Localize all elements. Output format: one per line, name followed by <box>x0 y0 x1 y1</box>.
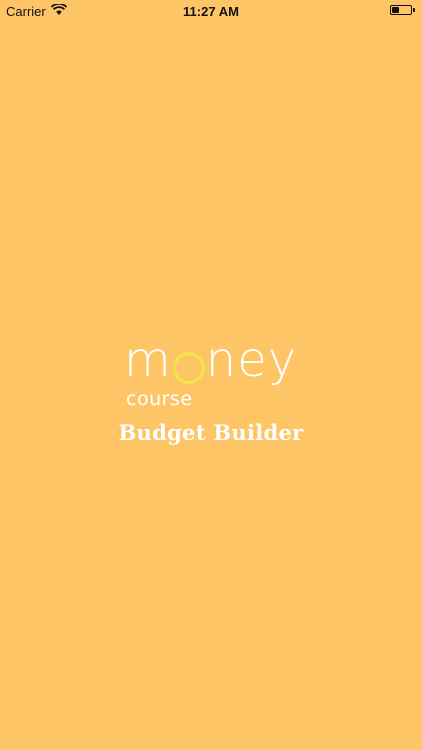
status-time: 11:27 AM <box>183 4 239 19</box>
logo-word-start: m <box>124 332 172 388</box>
battery-icon <box>390 5 412 15</box>
money-course-logo: m ney course <box>124 336 304 410</box>
status-right <box>390 5 415 15</box>
app-title: Budget Builder <box>118 420 304 445</box>
logo-word: m ney <box>124 336 304 392</box>
battery-tip <box>413 8 415 12</box>
coin-ring-icon <box>172 352 205 384</box>
battery-fill <box>392 7 400 13</box>
logo-word-end: ney <box>205 332 298 388</box>
status-bar: Carrier 11:27 AM <box>0 0 422 22</box>
